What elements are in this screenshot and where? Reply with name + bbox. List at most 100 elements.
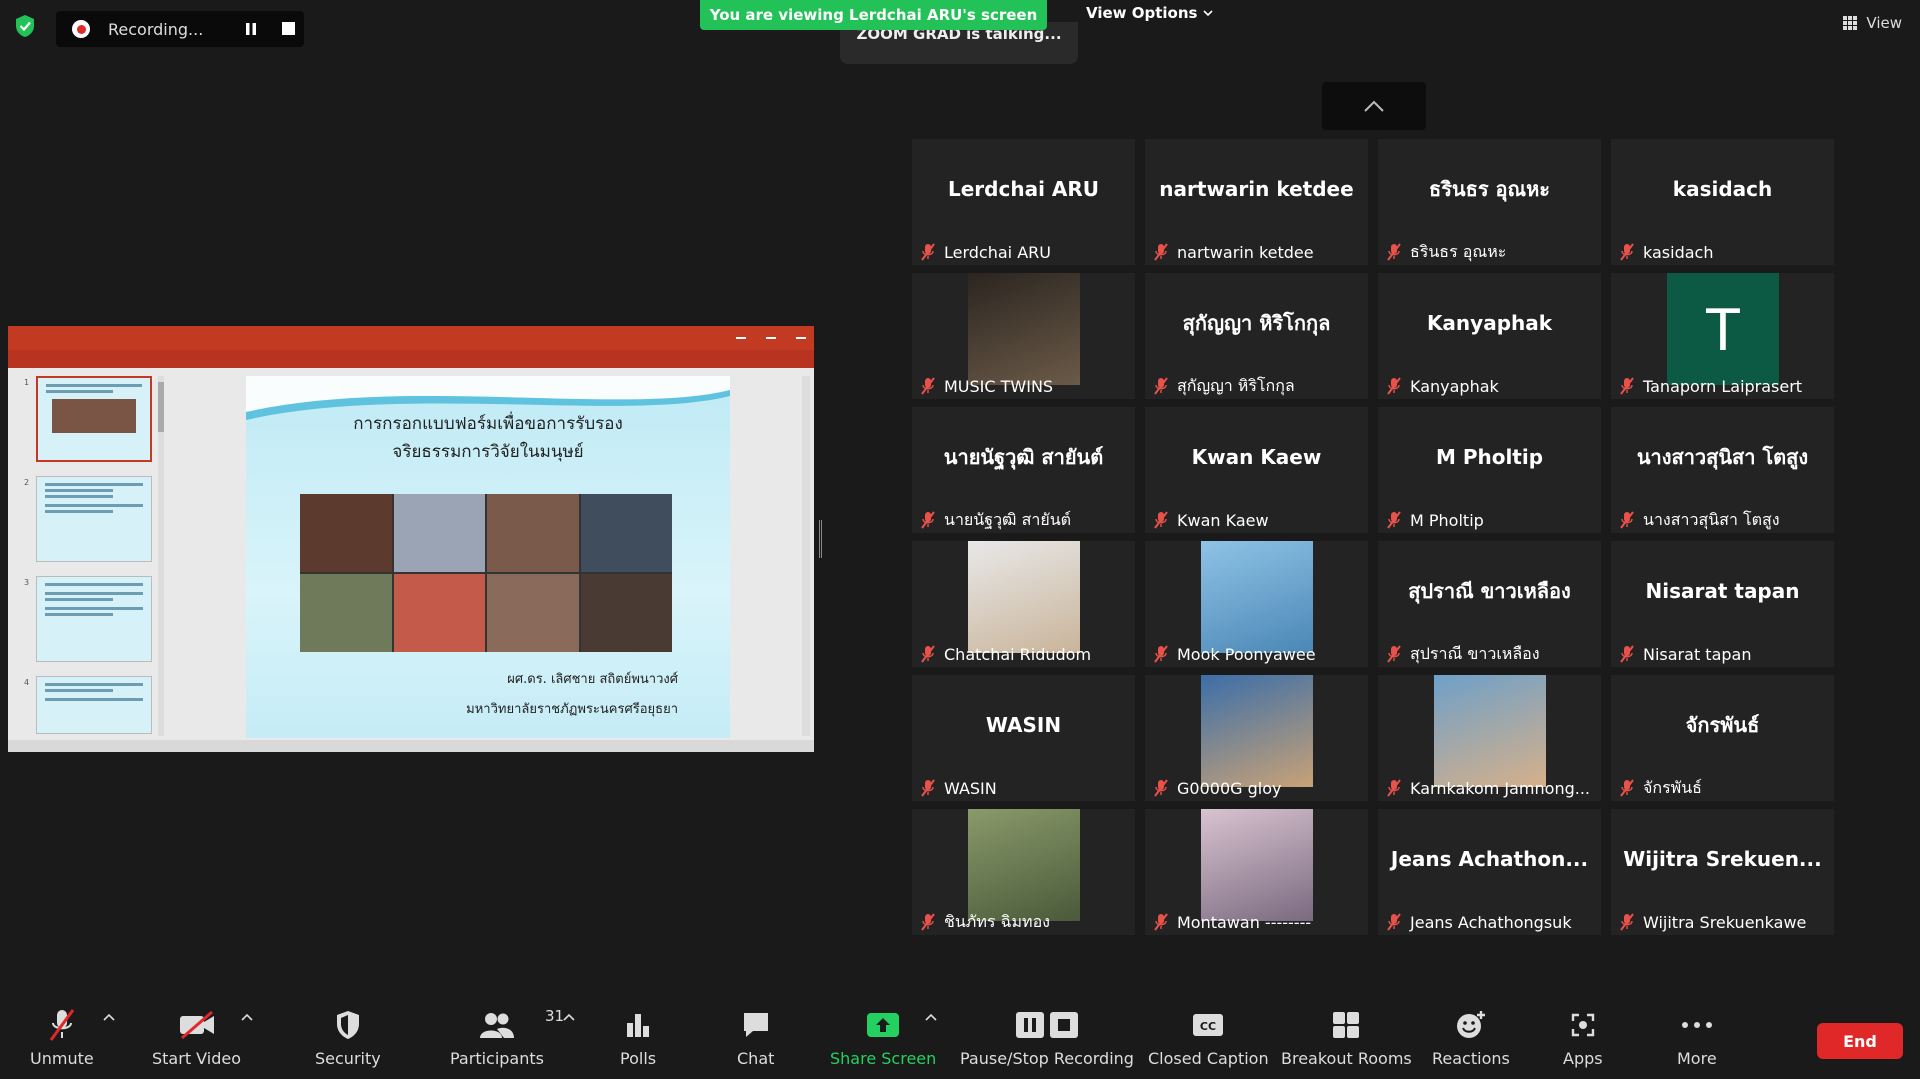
- participant-tile[interactable]: Wijitra Srekuen... Wijitra Srekuenkawe: [1611, 809, 1834, 935]
- participant-photo: [1201, 675, 1313, 787]
- muted-mic-icon: [1620, 913, 1634, 931]
- participant-tile[interactable]: Karnkakom Jamnong...: [1378, 675, 1601, 801]
- participant-tile[interactable]: G0000G gloy: [1145, 675, 1368, 801]
- closed-caption-button[interactable]: CC Closed Caption: [1148, 1007, 1269, 1068]
- breakout-rooms-label: Breakout Rooms: [1281, 1049, 1412, 1068]
- participant-name: ธรินธร อุณหะ: [1410, 241, 1507, 261]
- view-layout-button[interactable]: View: [1842, 14, 1902, 32]
- start-video-button[interactable]: Start Video: [152, 1007, 241, 1068]
- participant-name-label: Kwan Kaew: [1145, 507, 1368, 533]
- reactions-button[interactable]: Reactions: [1432, 1007, 1510, 1068]
- participant-photo: [968, 541, 1080, 653]
- polls-icon: [627, 1014, 650, 1037]
- video-off-icon: [179, 1010, 214, 1040]
- pause-stop-label: Pause/Stop Recording: [960, 1049, 1134, 1068]
- participant-name-label: จักรพันธ์: [1611, 775, 1834, 801]
- polls-button[interactable]: Polls: [620, 1007, 656, 1068]
- security-label: Security: [315, 1049, 381, 1068]
- participant-tile[interactable]: MUSIC TWINS: [912, 273, 1135, 399]
- apps-icon: [1571, 1013, 1594, 1037]
- viewing-screen-banner: You are viewing Lerdchai ARU's screen: [700, 0, 1047, 30]
- stop-recording-icon[interactable]: [282, 22, 295, 35]
- participant-name-label: kasidach: [1611, 239, 1834, 265]
- share-screen-button[interactable]: Share Screen: [830, 1007, 936, 1068]
- svg-text:CC: CC: [1200, 1020, 1216, 1033]
- muted-mic-icon: [1387, 243, 1401, 261]
- participant-tile[interactable]: สุกัญญา หิริโกกุล สุกัญญา หิริโกกุล: [1145, 273, 1368, 399]
- participant-tile[interactable]: Montawan --------: [1145, 809, 1368, 935]
- chevron-up-icon: [1364, 100, 1384, 112]
- muted-mic-icon: [1154, 913, 1168, 931]
- participant-name: จักรพันธ์: [1643, 777, 1702, 797]
- start-video-label: Start Video: [152, 1049, 241, 1068]
- meeting-toolbar: Unmute Start Video Security 31 Participa…: [0, 995, 1920, 1079]
- participant-name-label: Nisarat tapan: [1611, 641, 1834, 667]
- participant-tile[interactable]: ชินภัทร ฉิมทอง: [912, 809, 1135, 935]
- participant-tile[interactable]: นางสาวสุนิสา โตสูง นางสาวสุนิสา โตสูง: [1611, 407, 1834, 533]
- chat-button[interactable]: Chat: [737, 1007, 774, 1068]
- participant-name-label: Montawan --------: [1145, 909, 1368, 935]
- reactions-icon: [1456, 1011, 1485, 1038]
- participants-count: 31: [544, 1007, 565, 1025]
- more-button[interactable]: More: [1677, 1007, 1717, 1068]
- participant-tile[interactable]: Lerdchai ARU Lerdchai ARU: [912, 139, 1135, 265]
- participant-tile[interactable]: M Pholtip M Pholtip: [1378, 407, 1601, 533]
- pause-recording-icon[interactable]: [244, 22, 258, 36]
- participant-name: Chatchai Ridudom: [944, 644, 1092, 664]
- participant-name: G0000G gloy: [1177, 778, 1282, 798]
- muted-mic-icon: [1387, 645, 1401, 663]
- more-label: More: [1677, 1049, 1717, 1068]
- participant-name-label: นายนัฐวุฒิ สายันต์: [912, 507, 1135, 533]
- security-shield-icon[interactable]: [14, 14, 36, 38]
- participants-icon: [479, 1013, 514, 1038]
- security-button[interactable]: Security: [315, 1007, 381, 1068]
- participant-name-label: Jeans Achathongsuk: [1378, 909, 1601, 935]
- participant-tile[interactable]: สุปราณี ขาวเหลือง สุปราณี ขาวเหลือง: [1378, 541, 1601, 667]
- participant-photo: [1201, 809, 1313, 921]
- participant-tile[interactable]: Kanyaphak Kanyaphak: [1378, 273, 1601, 399]
- shared-screen[interactable]: 1 2 3 4 การกรอกแบบฟอร์มเพื่อขอการรับรอง …: [8, 326, 814, 752]
- resize-handle[interactable]: [819, 520, 822, 558]
- participant-tile[interactable]: Jeans Achathon... Jeans Achathongsuk: [1378, 809, 1601, 935]
- participant-tile[interactable]: Mook Poonyawee: [1145, 541, 1368, 667]
- video-options-caret-icon[interactable]: [241, 1013, 253, 1021]
- muted-mic-icon: [921, 779, 935, 797]
- apps-button[interactable]: Apps: [1563, 1007, 1603, 1068]
- slide-title-line-1: การกรอกแบบฟอร์มเพื่อขอการรับรอง: [353, 414, 623, 434]
- share-screen-label: Share Screen: [830, 1049, 937, 1068]
- participant-tile[interactable]: จักรพันธ์ จักรพันธ์: [1611, 675, 1834, 801]
- participant-tile[interactable]: Nisarat tapan Nisarat tapan: [1611, 541, 1834, 667]
- participant-tile[interactable]: Kwan Kaew Kwan Kaew: [1145, 407, 1368, 533]
- pause-stop-icon: [1015, 1012, 1078, 1038]
- participant-name: nartwarin ketdee: [1177, 242, 1314, 262]
- view-options-menu[interactable]: View Options: [1086, 4, 1214, 22]
- participant-display-name: สุกัญญา หิริโกกุล: [1182, 311, 1331, 335]
- muted-mic-icon: [1154, 511, 1168, 529]
- participant-tile[interactable]: T Tanaporn Laiprasert: [1611, 273, 1834, 399]
- reactions-label: Reactions: [1432, 1049, 1510, 1068]
- participant-tile[interactable]: Chatchai Ridudom: [912, 541, 1135, 667]
- participant-tile[interactable]: nartwarin ketdee nartwarin ketdee: [1145, 139, 1368, 265]
- participant-tile[interactable]: นายนัฐวุฒิ สายันต์ นายนัฐวุฒิ สายันต์: [912, 407, 1135, 533]
- participant-name: สุปราณี ขาวเหลือง: [1410, 643, 1540, 663]
- participant-tile[interactable]: ธรินธร อุณหะ ธรินธร อุณหะ: [1378, 139, 1601, 265]
- audio-options-caret-icon[interactable]: [103, 1013, 115, 1021]
- participant-name-label: ชินภัทร ฉิมทอง: [912, 909, 1135, 935]
- collapse-gallery-button[interactable]: [1322, 82, 1426, 130]
- breakout-rooms-button[interactable]: Breakout Rooms: [1281, 1007, 1412, 1068]
- slide-thumbnail: [36, 476, 152, 562]
- unmute-button[interactable]: Unmute: [30, 1007, 94, 1068]
- participants-button[interactable]: 31 Participants: [450, 1007, 564, 1068]
- unmute-label: Unmute: [30, 1049, 94, 1068]
- share-options-caret-icon[interactable]: [925, 1013, 937, 1021]
- participant-name: Karnkakom Jamnong...: [1410, 778, 1590, 798]
- participants-options-caret-icon[interactable]: [563, 1013, 575, 1021]
- participant-display-name: kasidach: [1672, 177, 1773, 201]
- participant-name-label: Tanaporn Laiprasert: [1611, 373, 1834, 399]
- participant-name: Nisarat tapan: [1643, 644, 1752, 664]
- end-meeting-button[interactable]: End: [1817, 1023, 1903, 1059]
- slide-title-line-2: จริยธรรมการวิจัยในมนุษย์: [392, 442, 584, 462]
- participant-tile[interactable]: WASIN WASIN: [912, 675, 1135, 801]
- pause-stop-recording-button[interactable]: Pause/Stop Recording: [960, 1007, 1134, 1068]
- participant-tile[interactable]: kasidach kasidach: [1611, 139, 1834, 265]
